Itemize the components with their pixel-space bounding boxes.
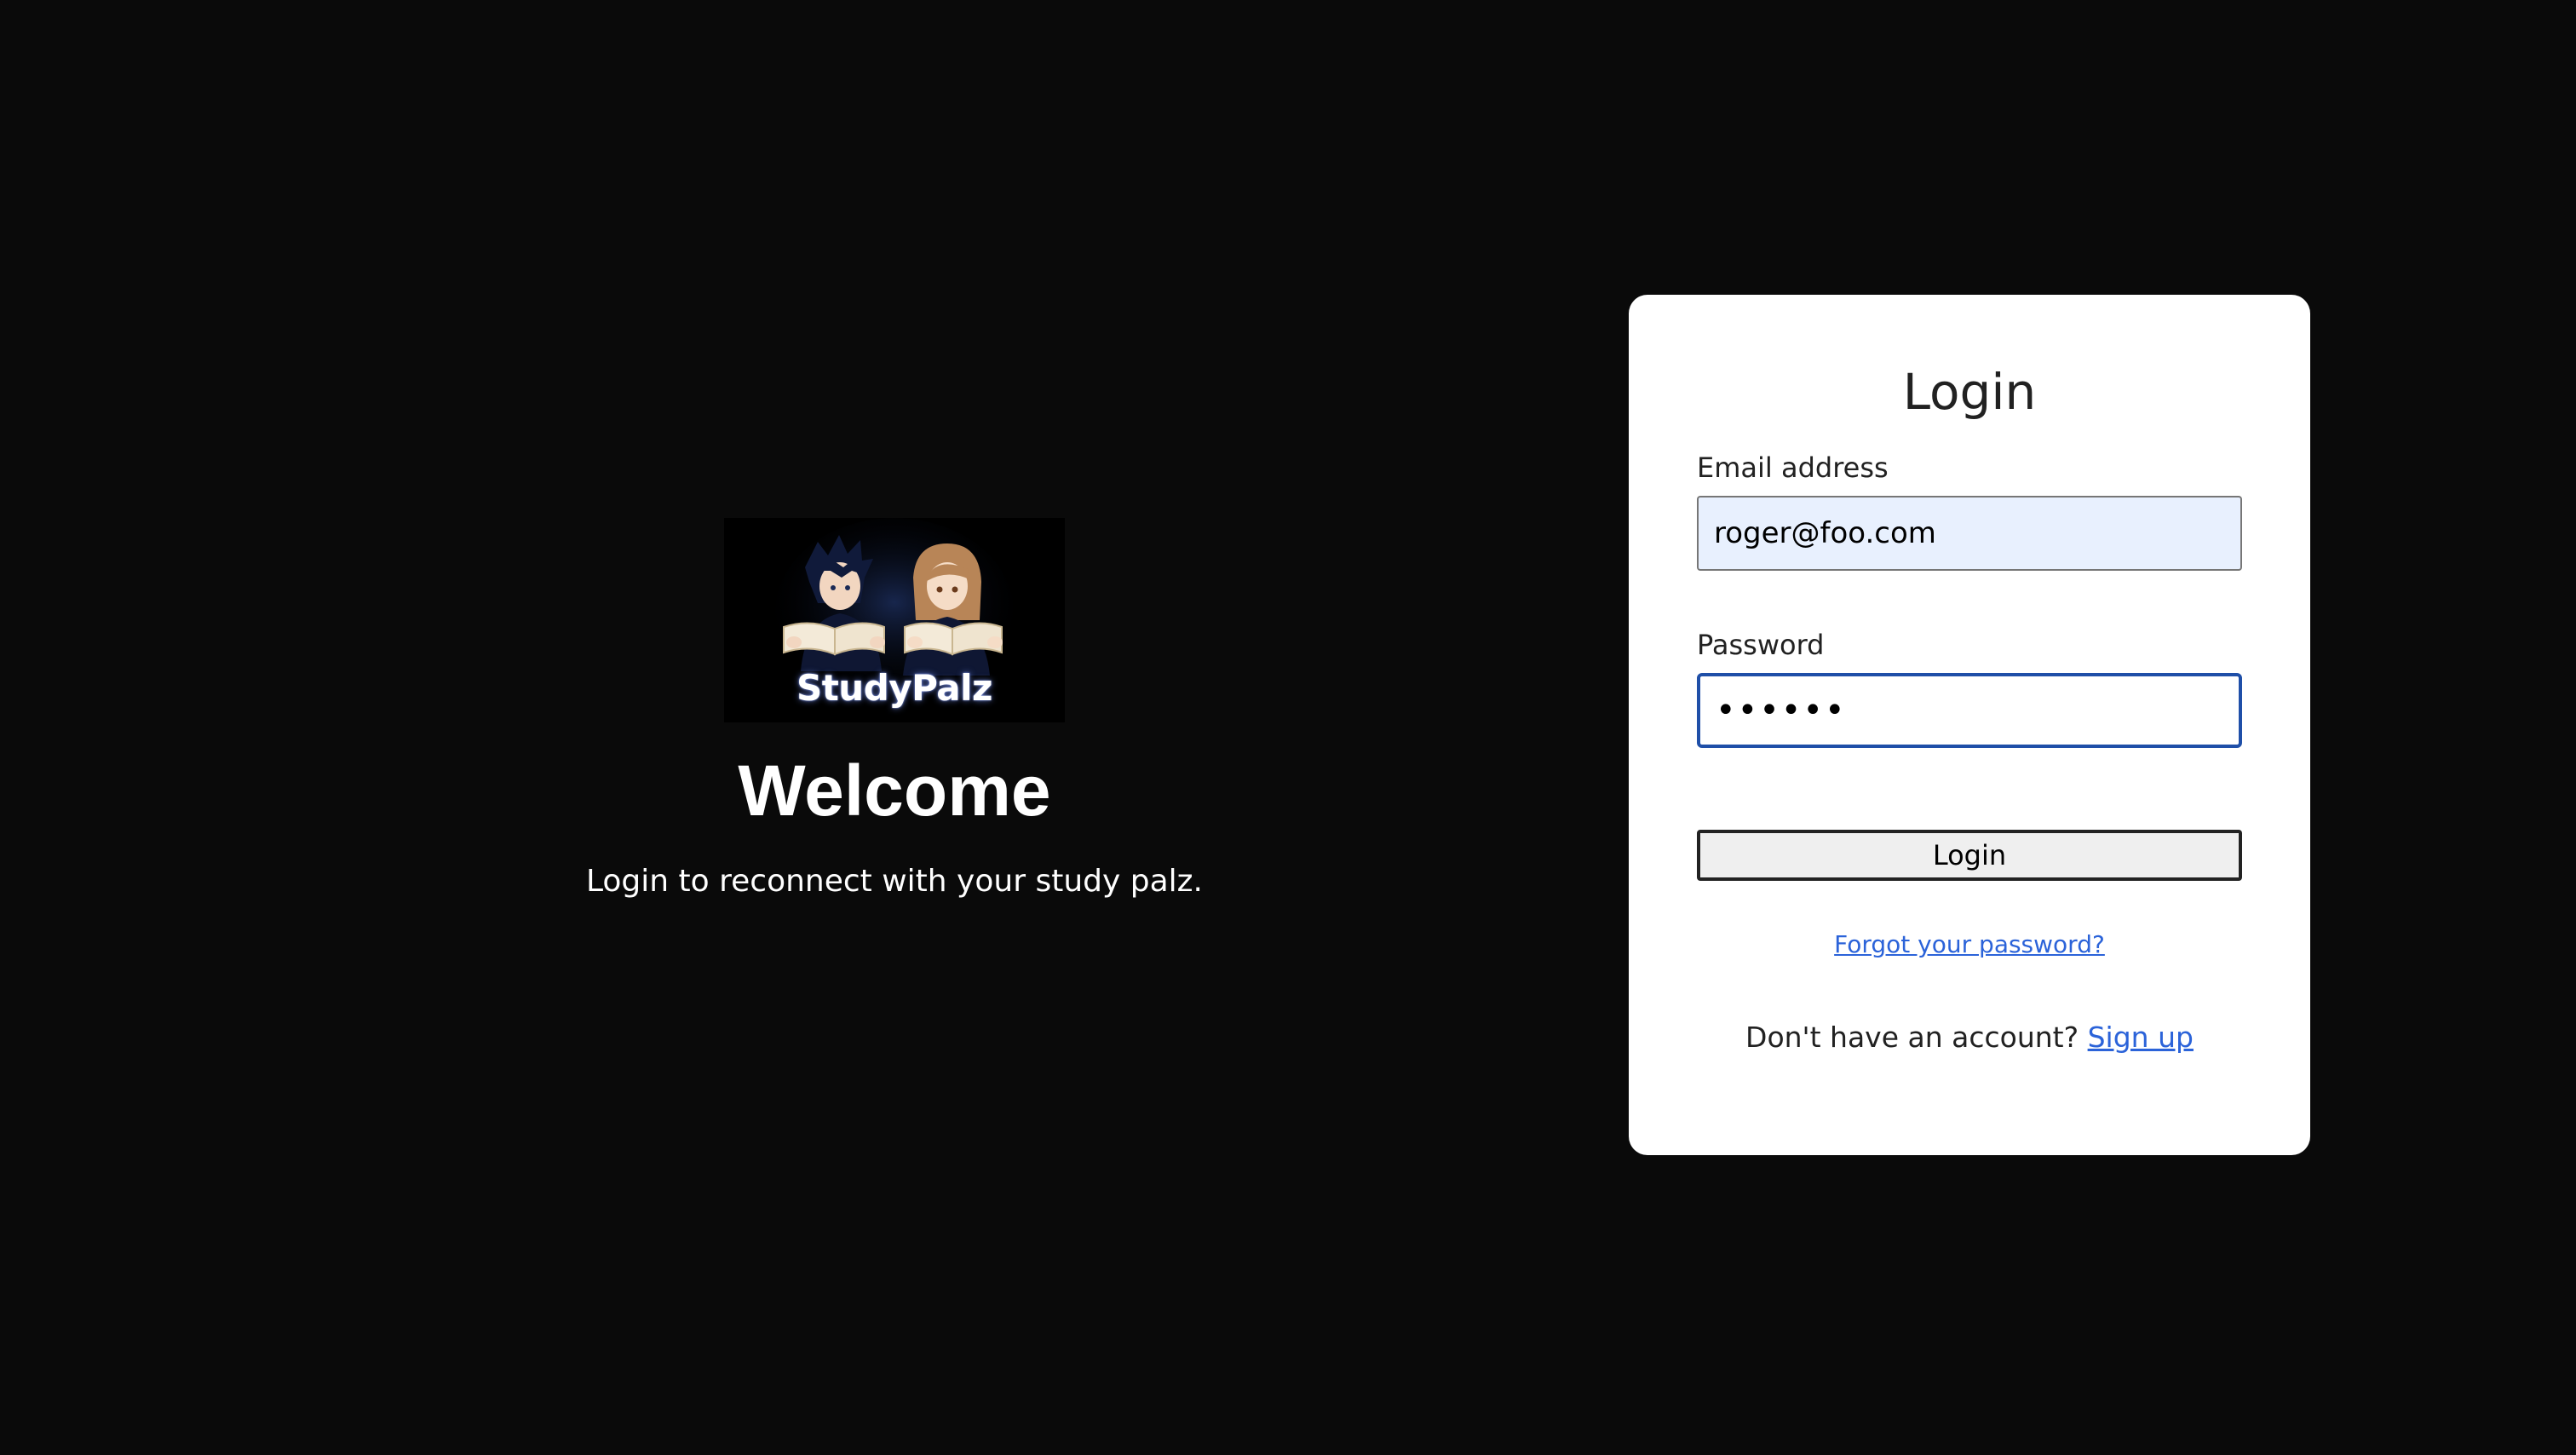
welcome-tagline: Login to reconnect with your study palz. <box>585 864 1203 900</box>
signup-row: Don't have an account? Sign up <box>1629 1021 2310 1054</box>
email-field[interactable] <box>1697 496 2242 571</box>
email-label: Email address <box>1697 451 1889 484</box>
forgot-password-row: Forgot your password? <box>1629 930 2310 958</box>
login-title: Login <box>1902 363 2037 421</box>
welcome-hero: StudyPalz Welcome Login to reconnect wit… <box>545 518 1244 899</box>
studypalz-logo: StudyPalz <box>724 518 1065 722</box>
signup-prompt: Don't have an account? <box>1745 1021 2088 1054</box>
signup-link[interactable]: Sign up <box>2088 1021 2194 1054</box>
logo-wordmark: StudyPalz <box>796 667 993 709</box>
login-page: StudyPalz Welcome Login to reconnect wit… <box>0 0 2576 1455</box>
forgot-password-link[interactable]: Forgot your password? <box>1834 930 2105 958</box>
welcome-heading: Welcome <box>738 751 1051 831</box>
login-card: Login Email address Password Login Forgo… <box>1629 295 2310 1155</box>
login-button[interactable]: Login <box>1697 830 2242 881</box>
password-label: Password <box>1697 629 1825 661</box>
password-field[interactable] <box>1697 673 2242 748</box>
